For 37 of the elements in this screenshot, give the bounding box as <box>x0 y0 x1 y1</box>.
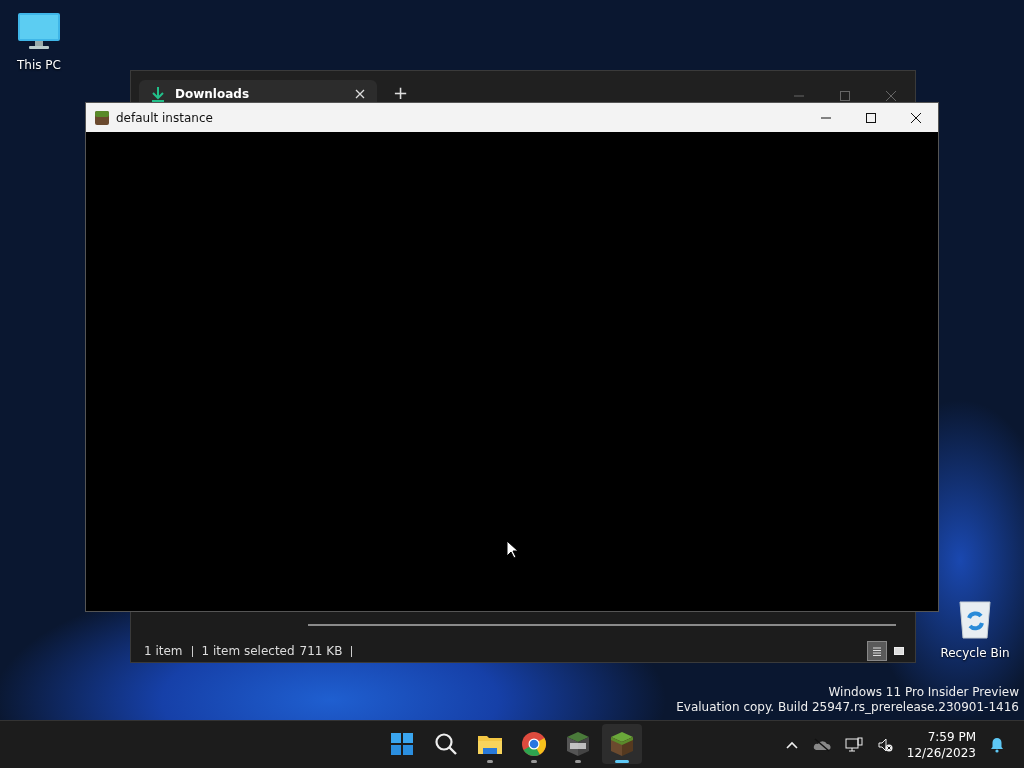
item-count: 1 item <box>144 645 193 657</box>
desktop-icon-label[interactable]: This PC <box>17 58 61 72</box>
desktop-icon-label[interactable]: Recycle Bin <box>940 646 1010 660</box>
window-title: default instance <box>116 110 213 125</box>
folder-tab[interactable]: Downloads <box>139 80 377 102</box>
maximize-icon <box>864 111 877 124</box>
os-notice-text: Evaluation copy. Build 25947.rs_prerelease.230901-1416 <box>676 700 1019 715</box>
taskbar-app-button[interactable] <box>602 724 642 764</box>
block-icon <box>564 730 592 758</box>
speaker-muted-icon <box>876 736 893 753</box>
cloud-off-icon <box>812 737 831 752</box>
bell-icon <box>990 736 1004 753</box>
download-icon <box>151 85 165 102</box>
network-icon <box>844 736 863 753</box>
scrollbar[interactable] <box>308 624 896 626</box>
close-icon <box>909 111 922 124</box>
new-tab-button[interactable]: + <box>387 80 415 102</box>
clock-date: 12/26/2023 <box>906 744 976 761</box>
details-view-button[interactable] <box>867 641 887 661</box>
start-icon <box>388 730 416 758</box>
close-icon <box>355 88 365 99</box>
chevron-up-icon <box>784 739 799 750</box>
preview-icon <box>892 644 906 658</box>
maximize-icon <box>839 90 851 102</box>
mouse-pointer-icon <box>506 540 518 559</box>
monitor-icon <box>17 12 61 52</box>
clock-time: 7:59 PM <box>926 728 976 745</box>
clock[interactable]: 7:59 PM 12/26/2023 <box>906 728 976 761</box>
grass-block-icon <box>608 730 636 758</box>
os-notice-text: Windows 11 Pro Insider Preview <box>827 685 1019 700</box>
grass-block-icon <box>94 109 110 126</box>
selection-size: 711 KB <box>299 645 353 657</box>
close-icon <box>885 90 897 102</box>
list-icon <box>870 644 884 658</box>
browser-icon <box>520 730 548 758</box>
selection-info: 1 item selected <box>201 644 295 658</box>
recycle-bin-icon <box>957 598 993 640</box>
